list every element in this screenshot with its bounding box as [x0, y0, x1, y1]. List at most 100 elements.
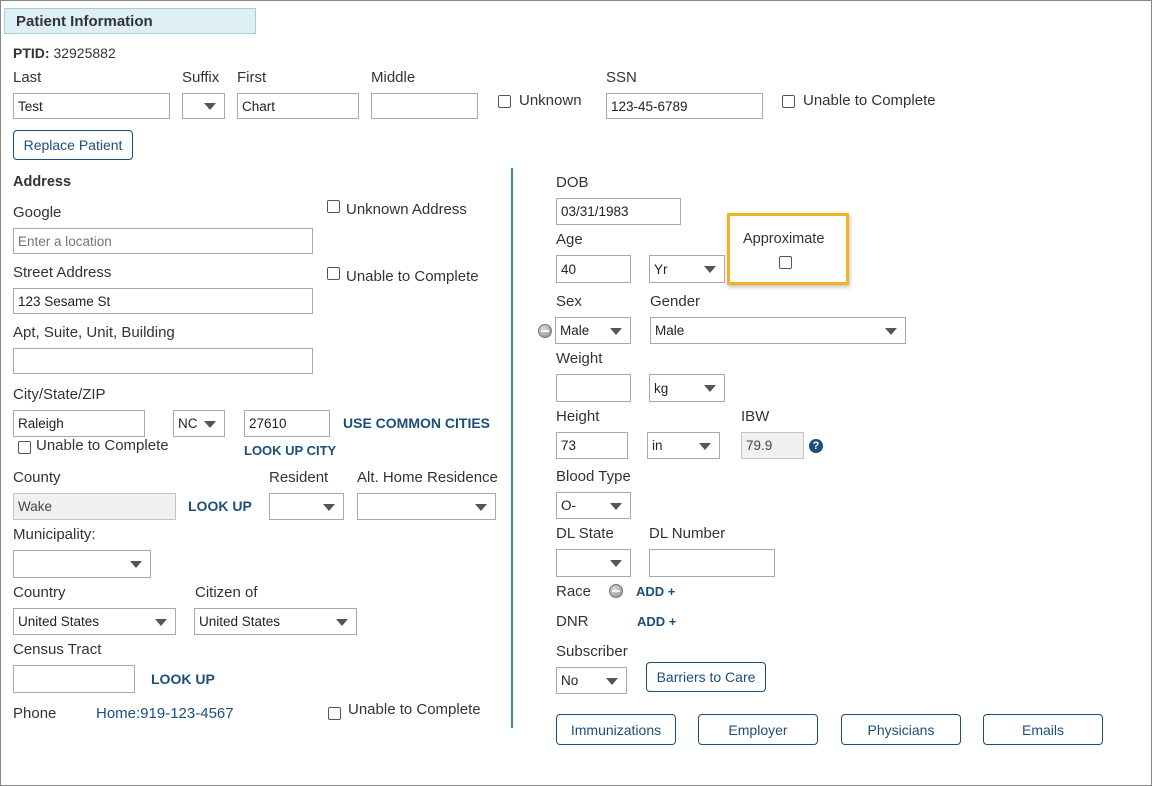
- census-tract-input[interactable]: [13, 665, 135, 693]
- dl-state-select[interactable]: [556, 549, 631, 577]
- apt-input[interactable]: [13, 348, 313, 374]
- dl-number-input[interactable]: [649, 549, 775, 577]
- race-label: Race: [556, 583, 592, 600]
- help-icon[interactable]: ?: [809, 439, 823, 453]
- barriers-to-care-button[interactable]: Barriers to Care: [646, 662, 766, 692]
- immunizations-button[interactable]: Immunizations: [556, 714, 676, 745]
- street-unable-checkbox[interactable]: [327, 267, 340, 280]
- weight-unit-select[interactable]: kg: [649, 374, 725, 402]
- last-label: Last: [13, 69, 42, 86]
- age-unit-value: Yr: [654, 261, 668, 277]
- unknown-checkbox[interactable]: [498, 95, 511, 108]
- resident-select[interactable]: [269, 493, 344, 520]
- chevron-down-icon: [475, 503, 487, 511]
- chevron-down-icon: [610, 560, 622, 567]
- approximate-highlight: [727, 213, 849, 285]
- height-input[interactable]: 73: [556, 432, 628, 459]
- ptid-value: 32925882: [53, 45, 116, 61]
- subscriber-label: Subscriber: [556, 643, 628, 660]
- city-unable-checkbox[interactable]: [18, 441, 31, 454]
- chevron-down-icon: [155, 618, 167, 626]
- zip-input[interactable]: 27610: [244, 410, 330, 437]
- replace-patient-button[interactable]: Replace Patient: [13, 130, 133, 160]
- approximate-label: Approximate: [743, 231, 825, 247]
- subscriber-value: No: [561, 673, 579, 688]
- alt-home-select[interactable]: [357, 493, 496, 520]
- ssn-unable-checkbox[interactable]: [782, 95, 795, 108]
- chevron-down-icon: [699, 442, 711, 450]
- ibw-value: 79.9: [741, 432, 804, 459]
- sex-label: Sex: [556, 293, 582, 310]
- chevron-down-icon: [130, 561, 142, 568]
- census-label: Census Tract: [13, 641, 102, 658]
- address-title: Address: [13, 174, 72, 190]
- chevron-down-icon: [336, 618, 348, 626]
- google-location-input[interactable]: Enter a location: [13, 228, 313, 254]
- county-label: County: [13, 469, 61, 486]
- subscriber-select[interactable]: No: [556, 667, 627, 694]
- weight-input[interactable]: [556, 374, 631, 402]
- race-add-link[interactable]: ADD +: [636, 584, 675, 599]
- weight-label: Weight: [556, 350, 603, 367]
- remove-icon[interactable]: [609, 584, 623, 598]
- unknown-label: Unknown: [519, 92, 582, 109]
- approximate-checkbox[interactable]: [779, 256, 792, 269]
- blood-type-select[interactable]: O-: [556, 492, 631, 519]
- employer-button[interactable]: Employer: [698, 714, 818, 745]
- chevron-down-icon: [885, 327, 897, 335]
- middle-label: Middle: [371, 69, 416, 86]
- middle-name-input[interactable]: [371, 93, 478, 119]
- country-select[interactable]: United States: [13, 608, 176, 635]
- census-lookup-link[interactable]: LOOK UP: [151, 671, 215, 687]
- state-select[interactable]: NC: [173, 410, 225, 437]
- height-unit-select[interactable]: in: [647, 432, 720, 459]
- first-name-input[interactable]: Chart: [237, 93, 359, 119]
- unknown-address-checkbox[interactable]: [327, 200, 340, 213]
- dob-input[interactable]: 03/31/1983: [556, 198, 681, 225]
- gender-select[interactable]: Male: [650, 317, 906, 344]
- dl-state-label: DL State: [556, 525, 614, 542]
- height-label: Height: [556, 408, 600, 425]
- chevron-down-icon: [204, 420, 216, 428]
- sex-select[interactable]: Male: [555, 317, 631, 344]
- alt-home-label: Alt. Home Residence: [357, 469, 498, 486]
- ssn-label: SSN: [606, 69, 637, 86]
- citizen-value: United States: [199, 614, 281, 629]
- country-value: United States: [18, 614, 100, 629]
- county-lookup-link[interactable]: LOOK UP: [188, 498, 252, 514]
- street-unable-label: Unable to Complete: [346, 268, 479, 285]
- ssn-input[interactable]: 123-45-6789: [606, 93, 763, 119]
- chevron-down-icon: [704, 266, 716, 273]
- municipality-select[interactable]: [13, 550, 151, 578]
- suffix-select[interactable]: [182, 93, 225, 119]
- phone-link[interactable]: Home:919-123-4567: [96, 705, 234, 722]
- column-divider: [511, 168, 513, 728]
- use-common-cities-link[interactable]: USE COMMON CITIES: [343, 415, 490, 431]
- ibw-label: IBW: [741, 408, 770, 425]
- gender-label: Gender: [650, 293, 701, 310]
- chevron-down-icon: [610, 327, 622, 335]
- phone-unable-checkbox[interactable]: [328, 707, 341, 720]
- suffix-label: Suffix: [182, 69, 220, 86]
- look-up-city-link[interactable]: LOOK UP CITY: [244, 443, 336, 458]
- dnr-add-link[interactable]: ADD +: [637, 614, 676, 629]
- street-address-input[interactable]: 123 Sesame St: [13, 288, 313, 314]
- citizen-select[interactable]: United States: [194, 608, 357, 635]
- age-unit-select[interactable]: Yr: [649, 255, 725, 283]
- emails-button[interactable]: Emails: [983, 714, 1103, 745]
- remove-icon[interactable]: [538, 324, 552, 338]
- city-input[interactable]: Raleigh: [13, 410, 145, 437]
- street-label: Street Address: [13, 264, 112, 281]
- ssn-unable-label: Unable to Complete: [803, 92, 936, 109]
- section-header: Patient Information: [4, 8, 256, 34]
- physicians-button[interactable]: Physicians: [841, 714, 961, 745]
- city-state-zip-label: City/State/ZIP: [13, 386, 106, 403]
- dl-number-label: DL Number: [649, 525, 726, 542]
- county-input[interactable]: Wake: [13, 493, 176, 520]
- chevron-down-icon: [204, 103, 216, 110]
- age-input[interactable]: 40: [556, 255, 631, 283]
- height-unit-value: in: [652, 438, 663, 453]
- last-name-input[interactable]: Test: [13, 93, 170, 119]
- phone-unable-label: Unable to Complete: [348, 701, 481, 718]
- chevron-down-icon: [323, 503, 335, 511]
